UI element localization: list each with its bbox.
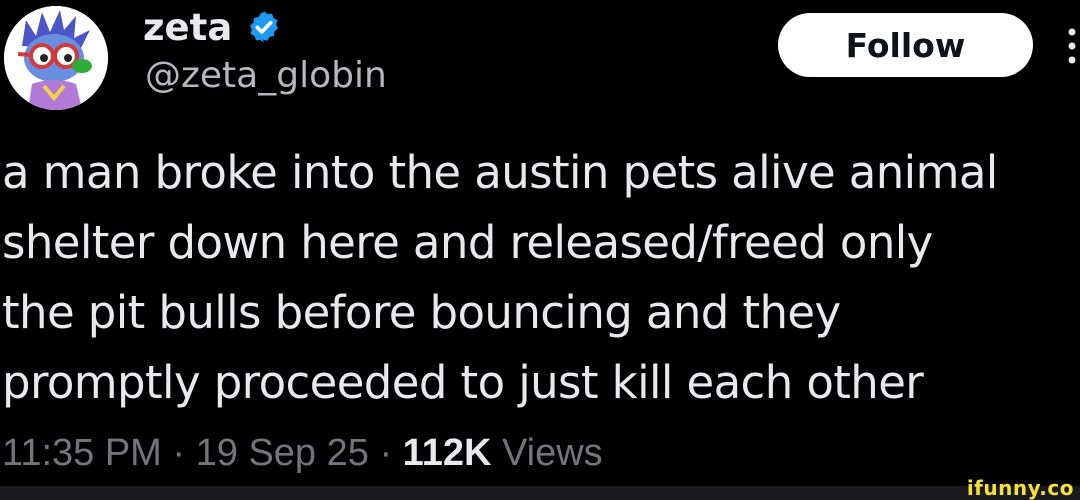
cartoon-character-avatar-icon: [4, 6, 108, 110]
author-name-row: zeta: [143, 2, 282, 52]
verified-badge-icon: [250, 11, 279, 43]
author-display-name[interactable]: zeta: [143, 6, 232, 49]
tweet-text-line: promptly proceeded to just kill each oth…: [2, 356, 924, 409]
views-count: 112K: [402, 432, 492, 474]
more-options-icon[interactable]: [1064, 26, 1080, 66]
views-label: Views: [491, 432, 603, 474]
watermark: ifunny.co: [966, 476, 1074, 500]
avatar[interactable]: [4, 6, 108, 110]
meta-separator: ·: [161, 432, 196, 474]
author-handle[interactable]: @zeta_globin: [145, 55, 387, 96]
tweet-text-line: a man broke into the austin pets alive a…: [2, 146, 998, 199]
tweet-meta: 11:35 PM · 19 Sep 25 · 112K Views: [2, 432, 603, 475]
follow-button[interactable]: Follow: [778, 13, 1033, 77]
tweet-text-line: the pit bulls before bouncing and they: [2, 286, 841, 339]
tweet-time[interactable]: 11:35 PM: [2, 432, 162, 474]
tweet-text: a man broke into the austin pets alive a…: [2, 138, 1080, 418]
tweet-date[interactable]: 19 Sep 25: [196, 432, 369, 474]
meta-separator: ·: [368, 432, 403, 474]
tweet-text-line: shelter down here and released/freed onl…: [2, 216, 933, 269]
bottom-bar: [0, 486, 1080, 500]
